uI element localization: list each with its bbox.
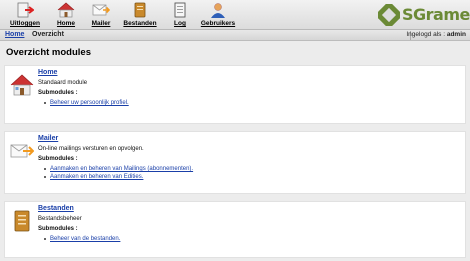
files-icon: [134, 2, 146, 18]
toolbar-files-button[interactable]: Bestanden: [119, 2, 161, 29]
submodule-link[interactable]: Aanmaken en beheren van Edities.: [50, 174, 143, 180]
top-toolbar: Uitloggen Home Mailer Bestanden Log Gebr…: [0, 0, 470, 30]
logout-icon: [17, 2, 34, 18]
logo-mark-icon: [378, 4, 400, 26]
submodules-label: Submodules :: [38, 156, 78, 162]
toolbar-logout-label: Uitloggen: [10, 20, 40, 27]
list-item: Beheer uw persoonlijk profiel.: [44, 100, 129, 106]
log-icon: [174, 2, 186, 18]
module-card-mailer: Mailer On-line mailings versturen en opv…: [4, 131, 466, 194]
page-title: Overzicht modules: [6, 47, 91, 58]
toolbar-logout-button[interactable]: Uitloggen: [4, 2, 46, 29]
module-description: Bestandsbeheer: [38, 216, 82, 222]
list-item: Beheer van de bestanden.: [44, 236, 120, 242]
module-title-link[interactable]: Mailer: [38, 135, 193, 142]
mailer-icon: [10, 144, 34, 158]
logo-text: SGrame: [402, 5, 470, 24]
submodule-list: Aanmaken en beheren van Mailings (abonne…: [38, 166, 193, 180]
module-description: On-line mailings versturen en opvolgen.: [38, 146, 144, 152]
toolbar-files-label: Bestanden: [123, 20, 157, 27]
module-card-home: Home Standaard module Submodules : Behee…: [4, 65, 466, 124]
module-description: Standaard module: [38, 80, 88, 86]
login-user: admin: [446, 31, 466, 38]
breadcrumb-home-link[interactable]: Home: [5, 31, 24, 38]
files-icon: [14, 210, 30, 232]
submodule-list: Beheer uw persoonlijk profiel.: [38, 100, 129, 106]
submodules-label: Submodules :: [38, 90, 78, 96]
toolbar-mailer-button[interactable]: Mailer: [80, 2, 122, 29]
list-item: Aanmaken en beheren van Edities.: [44, 174, 193, 180]
module-title-link[interactable]: Bestanden: [38, 205, 120, 212]
module-title-link[interactable]: Home: [38, 69, 129, 76]
toolbar-log-button[interactable]: Log: [159, 2, 201, 29]
breadcrumb-current: Overzicht: [32, 31, 64, 38]
list-item: Aanmaken en beheren van Mailings (abonne…: [44, 166, 193, 172]
home-icon: [57, 2, 75, 18]
submodule-list: Beheer van de bestanden.: [38, 236, 120, 242]
submodule-link[interactable]: Beheer van de bestanden.: [50, 236, 120, 242]
sgrame-logo: SGrame: [378, 3, 470, 27]
toolbar-users-button[interactable]: Gebruikers: [197, 2, 239, 29]
module-card-bestanden: Bestanden Bestandsbeheer Submodules : Be…: [4, 201, 466, 258]
login-info: Ingelogd als : admin: [406, 31, 466, 38]
submodules-label: Submodules :: [38, 226, 78, 232]
submodule-link[interactable]: Aanmaken en beheren van Mailings (abonne…: [50, 166, 193, 172]
users-icon: [211, 3, 225, 18]
module-body: Bestanden Bestandsbeheer Submodules : Be…: [38, 205, 120, 244]
mailer-icon: [92, 4, 110, 16]
toolbar-log-label: Log: [174, 20, 186, 27]
module-body: Home Standaard module Submodules : Behee…: [38, 69, 129, 108]
login-label: Ingelogd als :: [406, 31, 446, 38]
home-icon: [10, 74, 34, 96]
submodule-link[interactable]: Beheer uw persoonlijk profiel.: [50, 100, 129, 106]
toolbar-users-label: Gebruikers: [200, 20, 236, 27]
breadcrumb: Home Overzicht Ingelogd als : admin: [0, 30, 470, 41]
module-body: Mailer On-line mailings versturen en opv…: [38, 135, 193, 182]
toolbar-mailer-label: Mailer: [91, 20, 111, 27]
